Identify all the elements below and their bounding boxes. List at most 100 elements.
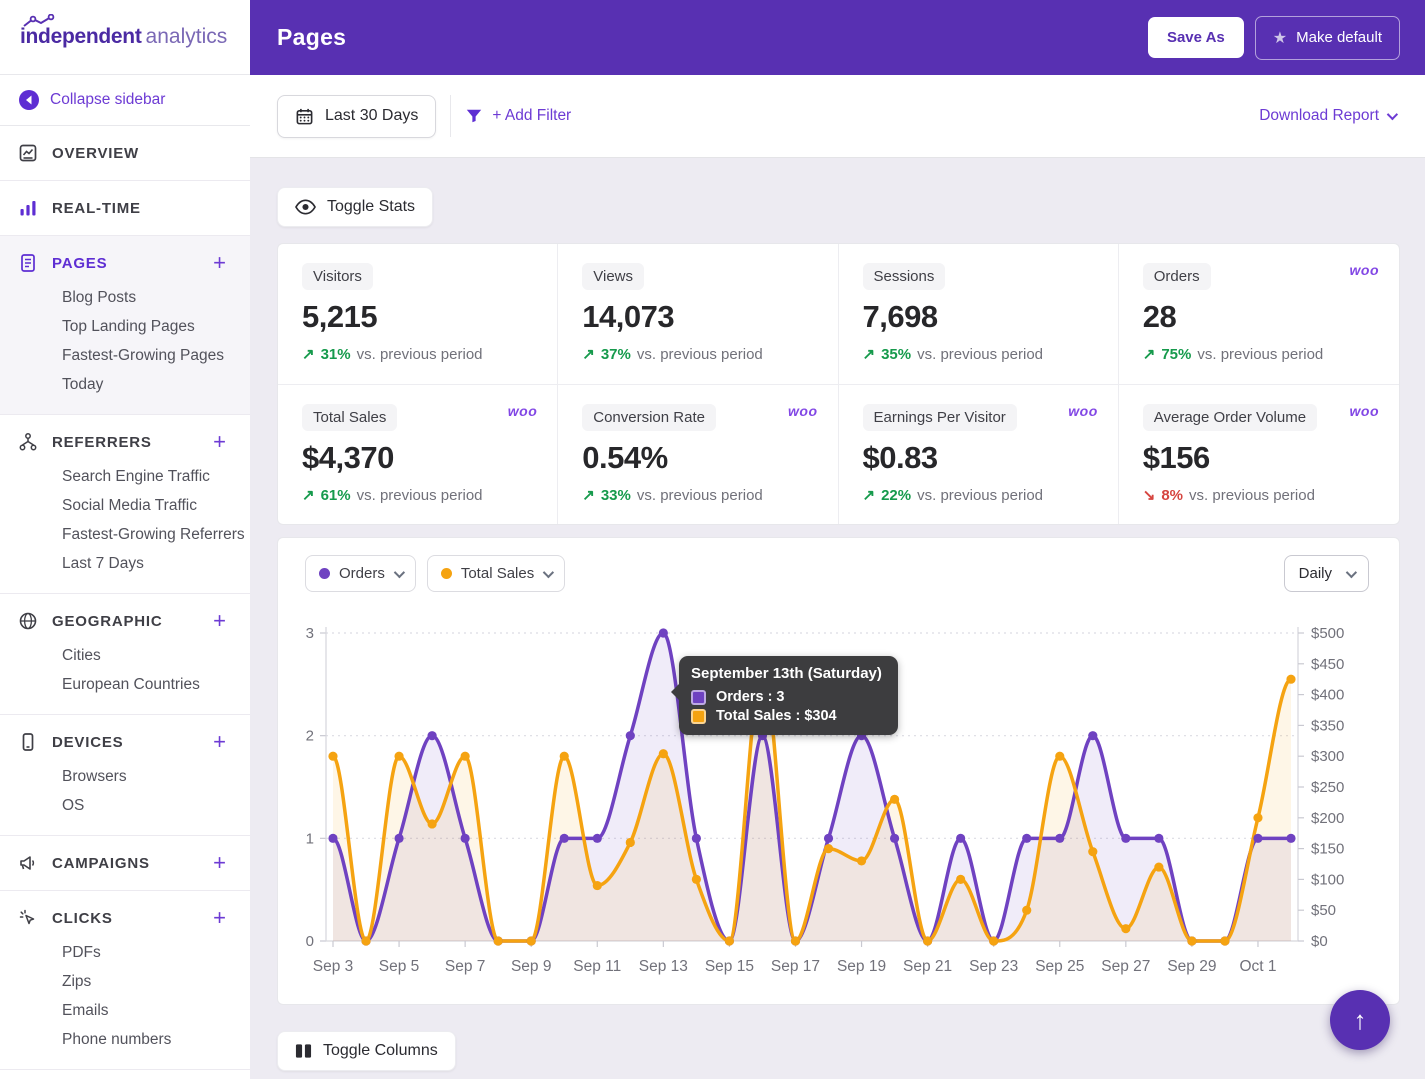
sidebar-subitem[interactable]: Blog Posts <box>0 283 250 312</box>
plus-icon[interactable]: + <box>213 255 226 271</box>
toggle-stats-button[interactable]: Toggle Stats <box>277 187 433 227</box>
woocommerce-badge: woo <box>788 403 818 419</box>
sidebar-subitem[interactable]: Fastest-Growing Pages <box>0 341 250 370</box>
sidebar-subitem[interactable]: Cities <box>0 641 250 670</box>
toggle-stats-label: Toggle Stats <box>327 198 415 216</box>
sidebar-subitem[interactable]: Browsers <box>0 762 250 791</box>
woocommerce-badge: woo <box>508 403 538 419</box>
sidebar-subitem[interactable]: Last 7 Days <box>0 549 250 578</box>
sidebar-section-label: REAL-TIME <box>52 200 226 217</box>
funnel-icon <box>465 107 483 125</box>
orders-series-label: Orders <box>339 565 385 582</box>
sidebar-item-campaigns[interactable]: CAMPAIGNS+ <box>0 845 250 881</box>
trend-up-icon: ↗ <box>863 486 876 504</box>
stat-label: Conversion Rate <box>582 404 716 431</box>
svg-text:Sep 23: Sep 23 <box>969 958 1018 975</box>
sidebar-item-geographic[interactable]: GEOGRAPHIC+ <box>0 603 250 639</box>
sidebar-item-real-time[interactable]: REAL-TIME <box>0 190 250 226</box>
app-logo: independentanalytics <box>0 0 250 75</box>
svg-text:Sep 11: Sep 11 <box>573 958 621 975</box>
stat-change: ↗75%vs. previous period <box>1143 345 1375 363</box>
sidebar-section-label: REFERRERS <box>52 434 199 451</box>
sidebar-subitem[interactable]: Zips <box>0 967 250 996</box>
sidebar-item-overview[interactable]: OVERVIEW <box>0 135 250 171</box>
woocommerce-badge: woo <box>1350 262 1380 278</box>
svg-text:$100: $100 <box>1311 871 1344 888</box>
divider <box>450 95 451 137</box>
download-report-button[interactable]: Download Report <box>1259 107 1395 125</box>
plus-icon[interactable]: + <box>213 855 226 871</box>
sidebar-subitem[interactable]: Phone numbers <box>0 1025 250 1054</box>
date-range-label: Last 30 Days <box>325 107 418 125</box>
plus-icon[interactable]: + <box>213 434 226 450</box>
sidebar-subitem[interactable]: PDFs <box>0 938 250 967</box>
sidebar-section-overview: OVERVIEW <box>0 126 250 181</box>
total-sales-series-dropdown[interactable]: Total Sales <box>427 555 565 592</box>
tooltip-sales-row: Total Sales : $304 <box>691 708 882 724</box>
svg-text:$400: $400 <box>1311 687 1344 704</box>
realtime-icon <box>18 198 38 218</box>
trend-up-icon: ↗ <box>302 486 315 504</box>
plus-icon[interactable]: + <box>213 734 226 750</box>
stat-change: ↗37%vs. previous period <box>582 345 813 363</box>
save-as-button[interactable]: Save As <box>1148 17 1244 58</box>
plus-icon[interactable]: + <box>213 910 226 926</box>
sidebar-subitem[interactable]: Search Engine Traffic <box>0 462 250 491</box>
sidebar-subitem[interactable]: Top Landing Pages <box>0 312 250 341</box>
chevron-down-icon <box>1346 566 1357 577</box>
trend-up-icon: ↗ <box>1143 345 1156 363</box>
date-range-button[interactable]: Last 30 Days <box>277 95 436 138</box>
stat-card-visitors: Visitors5,215↗31%vs. previous period <box>278 244 558 385</box>
sidebar-section-referrers: REFERRERS + Search Engine TrafficSocial Me… <box>0 415 250 594</box>
plus-icon[interactable]: + <box>213 613 226 629</box>
svg-text:$50: $50 <box>1311 902 1336 919</box>
eye-icon <box>295 199 316 215</box>
chevron-down-icon <box>543 566 554 577</box>
svg-text:Sep 25: Sep 25 <box>1035 958 1084 975</box>
svg-text:$0: $0 <box>1311 933 1328 950</box>
sidebar-item-clicks[interactable]: CLICKS + <box>0 900 250 936</box>
woocommerce-badge: woo <box>1350 403 1380 419</box>
stat-card-sessions: Sessions7,698↗35%vs. previous period <box>839 244 1119 385</box>
sidebar-section-real-time: REAL-TIME <box>0 181 250 236</box>
make-default-button[interactable]: ★ Make default <box>1255 16 1400 60</box>
svg-text:$350: $350 <box>1311 717 1344 734</box>
scroll-to-top-button[interactable]: ↑ <box>1330 990 1390 1050</box>
woocommerce-badge: woo <box>1068 403 1098 419</box>
svg-text:Sep 5: Sep 5 <box>379 958 420 975</box>
sidebar-item-devices[interactable]: DEVICES+ <box>0 724 250 760</box>
filter-bar: Last 30 Days + Add Filter Download Repor… <box>250 75 1425 158</box>
sidebar-subitem[interactable]: Fastest-Growing Referrers <box>0 520 250 549</box>
sidebar-subitem[interactable]: European Countries <box>0 670 250 699</box>
stat-card-earnings-per-visitor: wooEarnings Per Visitor$0.83↗22%vs. prev… <box>839 385 1119 525</box>
sidebar-subitem[interactable]: Emails <box>0 996 250 1025</box>
sidebar-subitem[interactable]: Social Media Traffic <box>0 491 250 520</box>
collapse-sidebar-button[interactable]: Collapse sidebar <box>0 75 250 126</box>
stat-card-conversion-rate: wooConversion Rate0.54%↗33%vs. previous … <box>558 385 838 525</box>
toggle-columns-button[interactable]: Toggle Columns <box>277 1031 456 1071</box>
interval-select[interactable]: Daily <box>1284 555 1369 592</box>
orders-series-dropdown[interactable]: Orders <box>305 555 416 592</box>
add-filter-label: + Add Filter <box>492 107 571 125</box>
svg-text:Sep 29: Sep 29 <box>1167 958 1216 975</box>
sidebar-subitem[interactable]: OS <box>0 791 250 820</box>
sidebar-section-label: CLICKS <box>52 910 199 927</box>
tooltip-orders-value: Orders : 3 <box>716 689 785 705</box>
svg-text:0: 0 <box>306 933 314 950</box>
chart-controls: Orders Total Sales Daily <box>278 538 1399 592</box>
chart-tooltip: September 13th (Saturday) Orders : 3 Tot… <box>679 656 898 735</box>
star-icon: ★ <box>1273 28 1287 48</box>
sidebar-subitem[interactable]: Today <box>0 370 250 399</box>
stat-label: Average Order Volume <box>1143 404 1317 431</box>
add-filter-button[interactable]: + Add Filter <box>465 107 1259 125</box>
stat-value: 0.54% <box>582 440 813 476</box>
collapse-sidebar-label: Collapse sidebar <box>50 91 165 109</box>
sidebar-item-referrers[interactable]: REFERRERS + <box>0 424 250 460</box>
svg-text:3: 3 <box>306 625 314 642</box>
interval-label: Daily <box>1299 565 1332 582</box>
sidebar-section-label: PAGES <box>52 255 199 272</box>
sidebar-item-pages[interactable]: PAGES + <box>0 245 250 281</box>
svg-text:$250: $250 <box>1311 779 1344 796</box>
stat-value: 28 <box>1143 299 1375 335</box>
stat-label: Orders <box>1143 263 1211 290</box>
